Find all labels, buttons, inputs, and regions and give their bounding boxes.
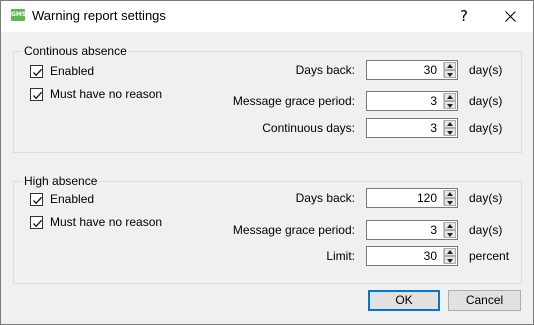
- continuous-days-spinner[interactable]: 3: [366, 118, 458, 138]
- spinner-value[interactable]: 30: [424, 63, 437, 77]
- arrow-down-icon: [447, 201, 453, 205]
- grace-period-label: Message grace period:: [232, 223, 355, 237]
- spinner-value[interactable]: 120: [417, 191, 437, 205]
- spin-down-button[interactable]: [444, 128, 456, 136]
- spinner-buttons: [443, 222, 456, 238]
- spin-up-button[interactable]: [444, 190, 456, 198]
- checkmark-icon: [33, 196, 43, 205]
- help-button[interactable]: ?: [441, 1, 487, 32]
- cancel-button[interactable]: Cancel: [448, 290, 521, 311]
- spinner-buttons: [443, 248, 456, 264]
- arrow-down-icon: [447, 259, 453, 263]
- spinner-value[interactable]: 3: [430, 121, 437, 135]
- title-bar[interactable]: GMS Warning report settings ?: [1, 1, 533, 32]
- spinner-buttons: [443, 120, 456, 136]
- grace-period-unit: day(s): [469, 94, 503, 108]
- checkmark-icon: [33, 91, 43, 100]
- arrow-up-icon: [447, 95, 453, 99]
- days-back-unit: day(s): [469, 191, 503, 205]
- arrow-up-icon: [447, 224, 453, 228]
- checkmark-icon: [33, 219, 43, 228]
- spin-down-button[interactable]: [444, 230, 456, 238]
- checkbox-label: Enabled: [50, 64, 95, 78]
- spin-up-button[interactable]: [444, 120, 456, 128]
- checkmark-icon: [33, 68, 43, 77]
- continuous-absence-group: Continous absence Enabled Must have no r…: [13, 44, 522, 153]
- spinner-value[interactable]: 3: [430, 223, 437, 237]
- grace-period-spinner[interactable]: 3: [366, 220, 458, 240]
- checkbox-box[interactable]: [30, 88, 43, 101]
- spin-up-button[interactable]: [444, 248, 456, 256]
- checkbox-box[interactable]: [30, 216, 43, 229]
- checkbox-label: Enabled: [50, 192, 95, 206]
- spinner-buttons: [443, 190, 456, 206]
- grace-period-spinner[interactable]: 3: [366, 91, 458, 111]
- days-back-label: Days back:: [295, 191, 355, 205]
- checkbox-box[interactable]: [30, 193, 43, 206]
- arrow-up-icon: [447, 250, 453, 254]
- arrow-down-icon: [447, 233, 453, 237]
- days-back-spinner[interactable]: 120: [366, 188, 458, 208]
- continuous-days-unit: day(s): [469, 121, 503, 135]
- warning-report-settings-dialog: GMS Warning report settings ? Continous …: [0, 0, 534, 325]
- close-icon: [504, 11, 516, 22]
- days-back-label: Days back:: [295, 63, 355, 77]
- grace-period-unit: day(s): [469, 223, 503, 237]
- grace-period-label: Message grace period:: [232, 94, 355, 108]
- spin-down-button[interactable]: [444, 198, 456, 206]
- limit-label: Limit:: [326, 249, 355, 263]
- arrow-down-icon: [447, 131, 453, 135]
- spin-down-button[interactable]: [444, 256, 456, 264]
- continuous-days-label: Continuous days:: [262, 121, 355, 135]
- close-button[interactable]: [487, 1, 533, 32]
- continuous-absence-group-title: Continous absence: [22, 44, 129, 58]
- spin-down-button[interactable]: [444, 101, 456, 109]
- help-icon: ?: [460, 7, 468, 25]
- spin-up-button[interactable]: [444, 62, 456, 70]
- ok-button[interactable]: OK: [368, 290, 440, 311]
- spinner-buttons: [443, 93, 456, 109]
- high-absence-group: High absence Enabled Must have no reason…: [13, 174, 522, 284]
- app-icon: GMS: [11, 9, 26, 21]
- days-back-spinner[interactable]: 30: [366, 60, 458, 80]
- window-title: Warning report settings: [32, 8, 166, 23]
- arrow-up-icon: [447, 192, 453, 196]
- checkbox-box[interactable]: [30, 65, 43, 78]
- limit-unit: percent: [469, 249, 510, 263]
- spin-up-button[interactable]: [444, 222, 456, 230]
- spin-up-button[interactable]: [444, 93, 456, 101]
- arrow-down-icon: [447, 73, 453, 77]
- high-absence-group-title: High absence: [22, 174, 100, 188]
- arrow-down-icon: [447, 104, 453, 108]
- arrow-up-icon: [447, 64, 453, 68]
- limit-spinner[interactable]: 30: [366, 246, 458, 266]
- spinner-value[interactable]: 3: [430, 94, 437, 108]
- spinner-value[interactable]: 30: [424, 249, 437, 263]
- spinner-buttons: [443, 62, 456, 78]
- arrow-up-icon: [447, 122, 453, 126]
- spin-down-button[interactable]: [444, 70, 456, 78]
- days-back-unit: day(s): [469, 63, 503, 77]
